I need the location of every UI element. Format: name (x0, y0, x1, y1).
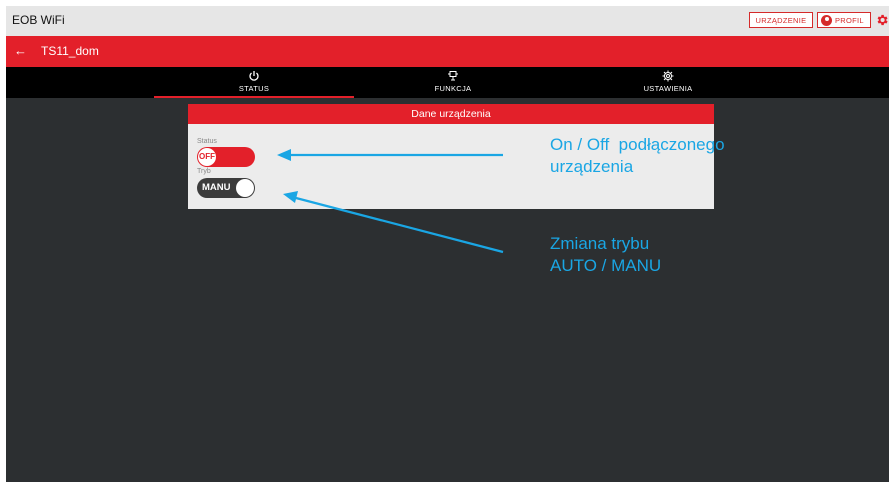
settings-icon (662, 70, 674, 82)
active-tab-indicator (154, 96, 354, 98)
gear-icon[interactable] (875, 11, 889, 29)
annotation-onoff: On / Off podłączonego urządzenia (550, 134, 725, 178)
annotation-onoff-line1: On / Off podłączonego (550, 135, 725, 154)
top-bar: EOB WiFi URZĄDZENIE PROFIL (6, 6, 889, 36)
profile-button-label: PROFIL (835, 15, 864, 25)
device-button[interactable]: URZĄDZENIE (749, 12, 813, 28)
tab-status[interactable]: STATUS (154, 67, 354, 98)
tab-funkcja[interactable]: FUNKCJA (353, 67, 553, 98)
tab-bar: STATUS FUNKCJA USTAWIENIA (6, 67, 889, 98)
annotation-mode-line1: Zmiana trybu (550, 234, 650, 253)
status-toggle-value: OFF (199, 152, 215, 161)
tab-funkcja-label: FUNKCJA (434, 84, 472, 93)
device-name: TS11_dom (41, 44, 99, 58)
mode-label: Tryb (197, 168, 211, 175)
status-toggle[interactable]: OFF (197, 147, 255, 167)
mode-toggle-value: MANU (202, 182, 231, 193)
device-header: ← TS11_dom (6, 36, 889, 67)
tab-status-label: STATUS (238, 84, 270, 93)
profile-button[interactable]: PROFIL (817, 12, 871, 28)
annotation-onoff-line2: urządzenia (550, 157, 634, 176)
annotation-mode: Zmiana trybu AUTO / MANU (550, 233, 661, 277)
mode-toggle[interactable]: MANU (197, 178, 255, 198)
card-title: Dane urządzenia (188, 104, 714, 124)
device-button-label: URZĄDZENIE (755, 15, 807, 25)
back-arrow-icon[interactable]: ← (14, 43, 27, 58)
function-icon (448, 71, 458, 81)
tab-ustawienia[interactable]: USTAWIENIA (568, 67, 768, 98)
app-title: EOB WiFi (12, 13, 65, 27)
power-icon (249, 71, 259, 81)
user-icon (821, 14, 832, 26)
status-label: Status (197, 138, 217, 145)
annotation-mode-line2: AUTO / MANU (550, 256, 662, 275)
toggle-knob (236, 179, 254, 197)
tab-ustawienia-label: USTAWIENIA (643, 84, 693, 93)
app-frame: EOB WiFi URZĄDZENIE PROFIL ← TS11_dom ST… (6, 6, 889, 482)
